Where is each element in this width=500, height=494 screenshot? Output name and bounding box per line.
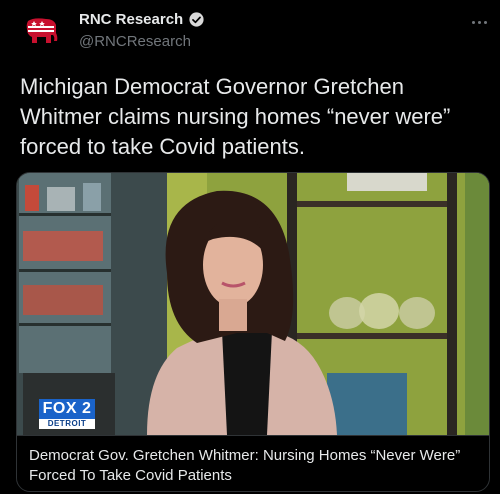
tweet-text: Michigan Democrat Governor Gretchen Whit… [20,74,451,159]
detroit-logo-text: DETROIT [39,419,95,429]
fox2-detroit-logo: FOX 2 DETROIT [39,399,95,429]
more-options-icon[interactable] [466,12,492,32]
avatar[interactable] [20,10,64,54]
author-name[interactable]: RNC Research [79,11,183,28]
card-caption[interactable]: Democrat Gov. Gretchen Whitmer: Nursing … [17,435,489,491]
author-name-row[interactable]: RNC Research [79,11,205,28]
card-title[interactable]: Democrat Gov. Gretchen Whitmer: Nursing … [29,446,479,486]
link-card[interactable]: FOX 2 DETROIT Democrat Gov. Gretchen Whi… [16,172,490,492]
fox2-logo-text: FOX 2 [39,399,95,419]
author-handle[interactable]: @RNCResearch [79,33,191,50]
gop-elephant-icon [26,18,58,43]
verified-badge-icon [189,12,204,27]
video-thumbnail[interactable] [17,173,489,435]
